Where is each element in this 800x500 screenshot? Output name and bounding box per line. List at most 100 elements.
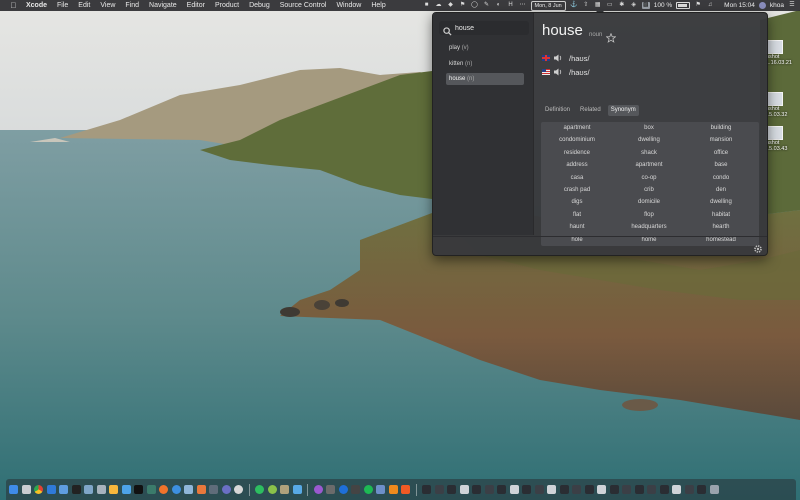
minimized-window-icon[interactable] bbox=[459, 485, 469, 494]
files-icon[interactable] bbox=[59, 485, 68, 494]
folder-icon[interactable] bbox=[121, 485, 131, 494]
synonym-word[interactable]: shack bbox=[613, 147, 685, 159]
launchpad-icon[interactable] bbox=[21, 485, 31, 494]
finder-icon[interactable] bbox=[9, 485, 18, 494]
menu-window[interactable]: Window bbox=[331, 0, 366, 11]
app-icon[interactable] bbox=[209, 485, 218, 494]
desktop-file[interactable]: nshot 15.03.43 bbox=[766, 126, 800, 152]
menu-find[interactable]: Find bbox=[120, 0, 144, 11]
firefox-icon[interactable] bbox=[159, 485, 168, 494]
synonym-word[interactable]: domicile bbox=[613, 196, 685, 208]
synonym-word[interactable]: headquarters bbox=[613, 221, 685, 233]
menu-app-name[interactable]: Xcode bbox=[18, 0, 52, 11]
app-icon[interactable] bbox=[376, 485, 385, 494]
synonym-word[interactable]: dwelling bbox=[685, 196, 757, 208]
flag-us-icon[interactable]: ⚑ bbox=[694, 2, 702, 9]
synonym-word[interactable]: box bbox=[613, 122, 685, 134]
git-icon[interactable] bbox=[196, 485, 206, 494]
menu-navigate[interactable]: Navigate bbox=[144, 0, 182, 11]
synonym-word[interactable]: crib bbox=[613, 184, 685, 196]
minimized-window-icon[interactable] bbox=[472, 485, 481, 494]
dropbox-icon[interactable]: ◆ bbox=[447, 2, 455, 9]
spotify-icon[interactable] bbox=[363, 485, 373, 494]
photos-icon[interactable] bbox=[84, 485, 93, 494]
minimized-window-icon[interactable] bbox=[447, 485, 456, 494]
speaker-icon[interactable] bbox=[554, 63, 563, 81]
desktop-file[interactable]: nshot 15.03.32 bbox=[766, 92, 800, 118]
synonym-word[interactable]: building bbox=[685, 122, 757, 134]
vlc-icon[interactable] bbox=[388, 485, 398, 494]
user-name[interactable]: khoa bbox=[770, 0, 784, 11]
briefcase-icon[interactable]: ■ bbox=[423, 2, 431, 9]
minimized-window-icon[interactable] bbox=[484, 485, 494, 494]
monitor-icon[interactable]: ▭ bbox=[606, 2, 614, 9]
app-icon[interactable] bbox=[267, 485, 277, 494]
circle-icon[interactable]: ◯ bbox=[471, 2, 479, 9]
upload-icon[interactable]: ⇧ bbox=[582, 2, 590, 9]
minimized-window-icon[interactable] bbox=[597, 485, 606, 494]
list-icon[interactable]: ☰ bbox=[788, 2, 796, 9]
app-icon[interactable] bbox=[221, 485, 231, 494]
menu-source-control[interactable]: Source Control bbox=[275, 0, 332, 11]
minimized-window-icon[interactable] bbox=[534, 485, 544, 494]
battery-icon[interactable] bbox=[676, 2, 691, 9]
tab-definition[interactable]: Definition bbox=[542, 105, 573, 116]
menu-help[interactable]: Help bbox=[366, 0, 390, 11]
minimized-window-icon[interactable] bbox=[434, 485, 444, 494]
volume-icon[interactable]: ♫ bbox=[706, 2, 714, 9]
synonym-word[interactable]: co-op bbox=[613, 172, 685, 184]
dictionary-menubar-icon[interactable]: ▩ bbox=[641, 2, 650, 9]
synonym-word[interactable]: mansion bbox=[685, 134, 757, 146]
tab-synonym[interactable]: Synonym bbox=[607, 105, 639, 116]
chrome-icon[interactable] bbox=[34, 485, 43, 494]
minimized-window-icon[interactable] bbox=[609, 485, 619, 494]
minimized-window-icon[interactable] bbox=[684, 485, 694, 494]
minimized-window-icon[interactable] bbox=[522, 485, 531, 494]
minimized-window-icon[interactable] bbox=[572, 485, 581, 494]
search-input[interactable] bbox=[455, 22, 525, 34]
wifi-icon[interactable]: ◈ bbox=[630, 2, 638, 9]
history-item-play[interactable]: play (v) bbox=[446, 42, 524, 54]
synonym-word[interactable]: flop bbox=[613, 209, 685, 221]
synonym-word[interactable]: condo bbox=[685, 172, 757, 184]
h-icon[interactable]: H bbox=[507, 2, 515, 9]
synonym-word[interactable]: address bbox=[541, 159, 613, 171]
history-item-house[interactable]: house (n) bbox=[446, 73, 524, 85]
gear-icon[interactable] bbox=[753, 241, 763, 259]
sketch-icon[interactable] bbox=[109, 485, 118, 494]
synonym-word[interactable]: habitat bbox=[685, 209, 757, 221]
dots-icon[interactable]: ⋯ bbox=[519, 2, 527, 9]
synonym-word[interactable]: hearth bbox=[685, 221, 757, 233]
minimized-window-icon[interactable] bbox=[647, 485, 656, 494]
history-item-kitten[interactable]: kitten (n) bbox=[446, 58, 524, 70]
synonym-word[interactable]: condominium bbox=[541, 134, 613, 146]
synonym-word[interactable]: haunt bbox=[541, 221, 613, 233]
terminal-icon[interactable] bbox=[71, 485, 81, 494]
menu-file[interactable]: File bbox=[52, 0, 73, 11]
synonym-word[interactable]: den bbox=[685, 184, 757, 196]
minimized-window-icon[interactable] bbox=[672, 485, 681, 494]
minimized-window-icon[interactable] bbox=[659, 485, 669, 494]
safari-icon[interactable] bbox=[171, 485, 181, 494]
minimized-window-icon[interactable] bbox=[622, 485, 631, 494]
menu-editor[interactable]: Editor bbox=[182, 0, 210, 11]
synonym-word[interactable]: digs bbox=[541, 196, 613, 208]
minimized-window-icon[interactable] bbox=[497, 485, 506, 494]
desktop-file[interactable]: nshot 1.16.03.21 bbox=[766, 40, 800, 66]
avatar[interactable] bbox=[758, 2, 766, 9]
menu-clock[interactable]: Mon 15:04 bbox=[724, 0, 755, 11]
app-icon[interactable] bbox=[234, 485, 243, 494]
menu-product[interactable]: Product bbox=[210, 0, 244, 11]
synonym-word[interactable]: crash pad bbox=[541, 184, 613, 196]
minimized-window-icon[interactable] bbox=[509, 485, 519, 494]
brave-icon[interactable] bbox=[401, 485, 410, 494]
synonym-word[interactable]: dwelling bbox=[613, 134, 685, 146]
menu-debug[interactable]: Debug bbox=[244, 0, 275, 11]
anchor-icon[interactable]: ⚓ bbox=[570, 2, 578, 9]
lens-icon[interactable]: ◐ bbox=[495, 2, 503, 9]
trash-icon[interactable] bbox=[709, 485, 719, 494]
date-pill[interactable]: Mon, 8 Jun bbox=[530, 0, 566, 11]
minimized-window-icon[interactable] bbox=[559, 485, 569, 494]
star-icon[interactable] bbox=[605, 30, 617, 48]
prompt-icon[interactable] bbox=[146, 485, 156, 494]
